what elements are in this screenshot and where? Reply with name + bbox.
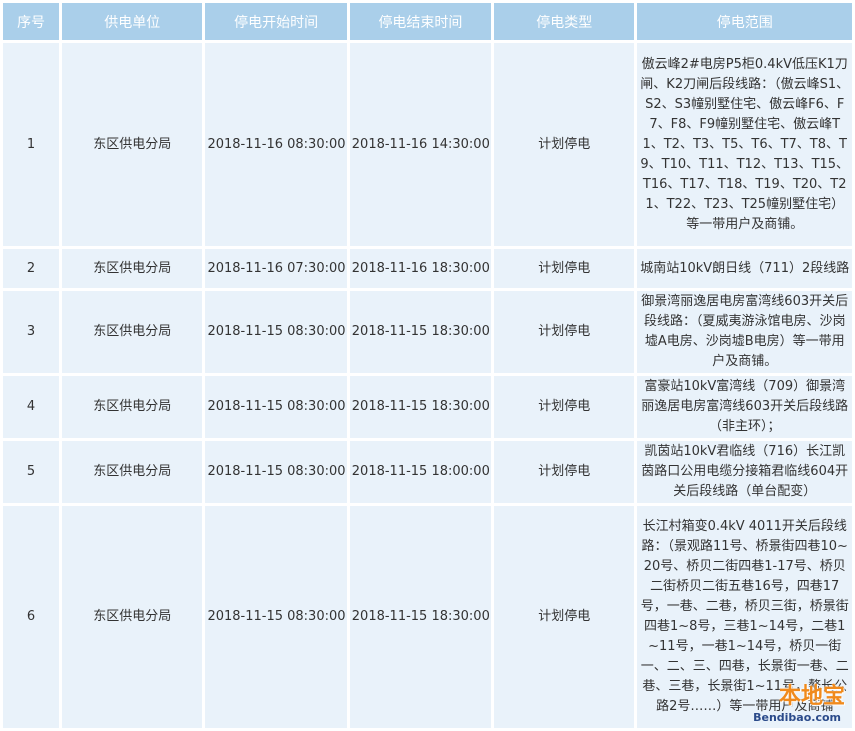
cell-outage-scope: 城南站10kV朗日线（711）2段线路 bbox=[637, 249, 852, 288]
header-serial-no: 序号 bbox=[3, 3, 60, 40]
cell-end-time: 2018-11-15 18:30:00 bbox=[349, 291, 492, 373]
header-outage-type: 停电类型 bbox=[494, 3, 635, 40]
cell-start-time: 2018-11-15 08:30:00 bbox=[205, 376, 347, 438]
cell-outage-type: 计划停电 bbox=[494, 291, 635, 373]
cell-outage-scope: 傲云峰2#电房P5柜0.4kV低压K1刀闸、K2刀闸后段线路：（傲云峰S1、S2… bbox=[637, 43, 852, 246]
table-row: 4 东区供电分局 2018-11-15 08:30:00 2018-11-15 … bbox=[3, 376, 852, 438]
watermark-site: Bendibao.com bbox=[753, 711, 841, 724]
cell-end-time: 2018-11-15 18:30:00 bbox=[349, 506, 492, 728]
cell-supply-unit: 东区供电分局 bbox=[62, 506, 203, 728]
cell-outage-type: 计划停电 bbox=[494, 506, 635, 728]
cell-supply-unit: 东区供电分局 bbox=[62, 291, 203, 373]
header-supply-unit: 供电单位 bbox=[62, 3, 203, 40]
header-end-time: 停电结束时间 bbox=[349, 3, 492, 40]
cell-start-time: 2018-11-15 08:30:00 bbox=[205, 291, 347, 373]
cell-start-time: 2018-11-15 08:30:00 bbox=[205, 441, 347, 503]
cell-start-time: 2018-11-16 07:30:00 bbox=[205, 249, 347, 288]
cell-serial-no: 4 bbox=[3, 376, 60, 438]
cell-end-time: 2018-11-16 14:30:00 bbox=[349, 43, 492, 246]
table-row: 6 东区供电分局 2018-11-15 08:30:00 2018-11-15 … bbox=[3, 506, 852, 728]
cell-outage-type: 计划停电 bbox=[494, 376, 635, 438]
cell-end-time: 2018-11-16 18:30:00 bbox=[349, 249, 492, 288]
cell-outage-scope: 凯茵站10kV君临线（716）长江凯茵路口公用电缆分接箱君临线604开关后段线路… bbox=[637, 441, 852, 503]
table-row: 2 东区供电分局 2018-11-16 07:30:00 2018-11-16 … bbox=[3, 249, 852, 288]
table-header-row: 序号 供电单位 停电开始时间 停电结束时间 停电类型 停电范围 bbox=[3, 3, 852, 40]
cell-start-time: 2018-11-16 08:30:00 bbox=[205, 43, 347, 246]
cell-serial-no: 5 bbox=[3, 441, 60, 503]
cell-serial-no: 1 bbox=[3, 43, 60, 246]
cell-end-time: 2018-11-15 18:00:00 bbox=[349, 441, 492, 503]
cell-serial-no: 3 bbox=[3, 291, 60, 373]
power-outage-table: 序号 供电单位 停电开始时间 停电结束时间 停电类型 停电范围 1 东区供电分局… bbox=[0, 0, 855, 731]
table-row: 1 东区供电分局 2018-11-16 08:30:00 2018-11-16 … bbox=[3, 43, 852, 246]
cell-outage-type: 计划停电 bbox=[494, 441, 635, 503]
cell-supply-unit: 东区供电分局 bbox=[62, 441, 203, 503]
bendibao-watermark: 本地宝 Bendibao.com bbox=[737, 678, 845, 724]
header-start-time: 停电开始时间 bbox=[205, 3, 347, 40]
table-row: 5 东区供电分局 2018-11-15 08:30:00 2018-11-15 … bbox=[3, 441, 852, 503]
cell-supply-unit: 东区供电分局 bbox=[62, 43, 203, 246]
header-outage-scope: 停电范围 bbox=[637, 3, 852, 40]
cell-end-time: 2018-11-15 18:30:00 bbox=[349, 376, 492, 438]
cell-start-time: 2018-11-15 08:30:00 bbox=[205, 506, 347, 728]
cell-outage-type: 计划停电 bbox=[494, 43, 635, 246]
cell-serial-no: 6 bbox=[3, 506, 60, 728]
cell-supply-unit: 东区供电分局 bbox=[62, 376, 203, 438]
cell-outage-scope: 御景湾丽逸居电房富湾线603开关后段线路：（夏威夷游泳馆电房、沙岗墟A电房、沙岗… bbox=[637, 291, 852, 373]
cell-supply-unit: 东区供电分局 bbox=[62, 249, 203, 288]
watermark-logo: 本地宝 bbox=[778, 684, 845, 709]
cell-serial-no: 2 bbox=[3, 249, 60, 288]
cell-outage-scope: 富豪站10kV富湾线（709）御景湾丽逸居电房富湾线603开关后段线路（非主环）… bbox=[637, 376, 852, 438]
table-row: 3 东区供电分局 2018-11-15 08:30:00 2018-11-15 … bbox=[3, 291, 852, 373]
cell-outage-type: 计划停电 bbox=[494, 249, 635, 288]
